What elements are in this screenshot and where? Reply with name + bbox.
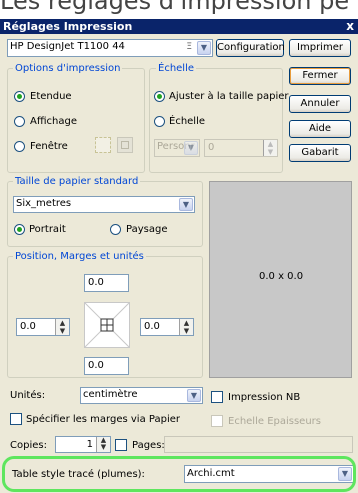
paper-size-value: Six_metres [16, 198, 72, 209]
unites-value: centimètre [83, 389, 138, 400]
unites-select[interactable]: centimètre ▼ [80, 387, 203, 404]
spin-arrows-icon[interactable]: ▲ ▼ [96, 437, 110, 452]
printer-hint-icon: Ξ [186, 42, 192, 52]
echelle-legend: Échelle [156, 63, 197, 74]
paper-size-select[interactable]: Six_metres ▼ [13, 196, 195, 213]
margin-right-field[interactable]: 0.0 ▲ ▼ [140, 318, 194, 336]
margin-left-field[interactable]: 0.0 ▲ ▼ [16, 318, 70, 336]
options-impression-legend: Options d'impression [13, 63, 123, 74]
ajuster-radio[interactable] [154, 91, 165, 102]
tutorial-caption: Les réglages d'impression pe [0, 0, 358, 19]
close-icon[interactable]: x [346, 19, 354, 33]
fenetre-radio[interactable] [14, 141, 25, 152]
margin-cross-icon [84, 302, 130, 348]
gabarit-button[interactable]: Gabarit [289, 144, 351, 162]
chevron-down-icon[interactable]: ▼ [184, 141, 198, 155]
specifier-marges-checkbox[interactable] [10, 413, 22, 425]
echelle-epaisseurs-checkbox[interactable] [211, 415, 223, 427]
dialog-body: HP DesignJet T1100 44 Ξ ▼ Configuration … [0, 34, 358, 493]
papier-group [7, 181, 203, 247]
fermer-button[interactable]: Fermer [289, 67, 351, 85]
margin-left-value: 0.0 [20, 321, 36, 332]
papier-legend: Taille de papier standard [13, 176, 141, 187]
chevron-down-icon[interactable]: ▼ [197, 41, 211, 55]
window-title: Réglages Impression [3, 20, 133, 33]
etendue-radio[interactable] [14, 91, 25, 102]
echelle-label: Échelle [169, 116, 206, 127]
chevron-down-icon[interactable]: ▼ [187, 389, 201, 402]
window-grid-icon[interactable] [117, 137, 133, 153]
spin-arrows-icon[interactable]: ▲ ▼ [179, 319, 193, 335]
configuration-button[interactable]: Configuration [216, 39, 285, 57]
printer-select[interactable]: HP DesignJet T1100 44 Ξ ▼ [7, 39, 213, 57]
copies-label: Copies: [10, 440, 47, 451]
unites-label: Unités: [10, 390, 46, 401]
window-select-icon[interactable] [95, 137, 111, 153]
ajuster-label: Ajuster à la taille papier [169, 91, 289, 102]
imprimer-button[interactable]: Imprimer [289, 39, 351, 57]
custom-scale-number: 0 [208, 142, 215, 153]
highlight-box [2, 456, 356, 492]
portrait-label: Portrait [29, 224, 66, 235]
custom-scale-select[interactable]: Personr ▼ [154, 139, 200, 157]
margin-bottom-field[interactable]: 0.0 [84, 357, 129, 375]
preview-size-label: 0.0 x 0.0 [259, 271, 304, 282]
title-bar: Réglages Impression x [0, 19, 358, 34]
margin-top-field[interactable]: 0.0 [84, 274, 129, 292]
pages-checkbox[interactable] [115, 439, 127, 451]
impression-nb-checkbox[interactable] [211, 391, 223, 403]
echelle-radio[interactable] [154, 116, 165, 127]
paysage-label: Paysage [126, 224, 168, 235]
aide-button[interactable]: Aide [289, 120, 351, 138]
affichage-radio[interactable] [14, 116, 25, 127]
fenetre-label: Fenêtre [30, 141, 68, 152]
echelle-epaisseurs-label: Echelle Epaisseurs [228, 416, 321, 427]
portrait-radio[interactable] [14, 224, 25, 235]
marges-legend: Position, Marges et unités [13, 251, 146, 262]
margin-diagram [84, 302, 130, 348]
pages-label: Pages: [132, 440, 165, 451]
chevron-down-icon[interactable]: ▼ [179, 198, 193, 211]
etendue-label: Etendue [30, 91, 72, 102]
preview-pane: 0.0 x 0.0 [209, 181, 352, 378]
custom-scale-field[interactable]: 0 ▲ ▼ [204, 139, 278, 157]
margin-bottom-value: 0.0 [88, 360, 104, 371]
spin-arrows-icon[interactable]: ▲ ▼ [55, 319, 69, 335]
impression-nb-label: Impression NB [228, 392, 301, 403]
annuler-button[interactable]: Annuler [289, 95, 351, 113]
spin-arrows-icon[interactable]: ▲ ▼ [263, 140, 277, 156]
pages-field[interactable] [164, 436, 353, 453]
paysage-radio[interactable] [110, 224, 121, 235]
specifier-marges-label: Spécifier les marges via Papier [26, 414, 180, 425]
copies-field[interactable]: 1 ▲ ▼ [55, 436, 111, 453]
affichage-label: Affichage [30, 116, 77, 127]
printer-name: HP DesignJet T1100 44 [10, 41, 125, 52]
margin-right-value: 0.0 [144, 321, 160, 332]
margin-top-value: 0.0 [88, 277, 104, 288]
copies-value: 1 [86, 439, 93, 450]
caption-text: Les réglages d'impression pe [0, 0, 350, 15]
